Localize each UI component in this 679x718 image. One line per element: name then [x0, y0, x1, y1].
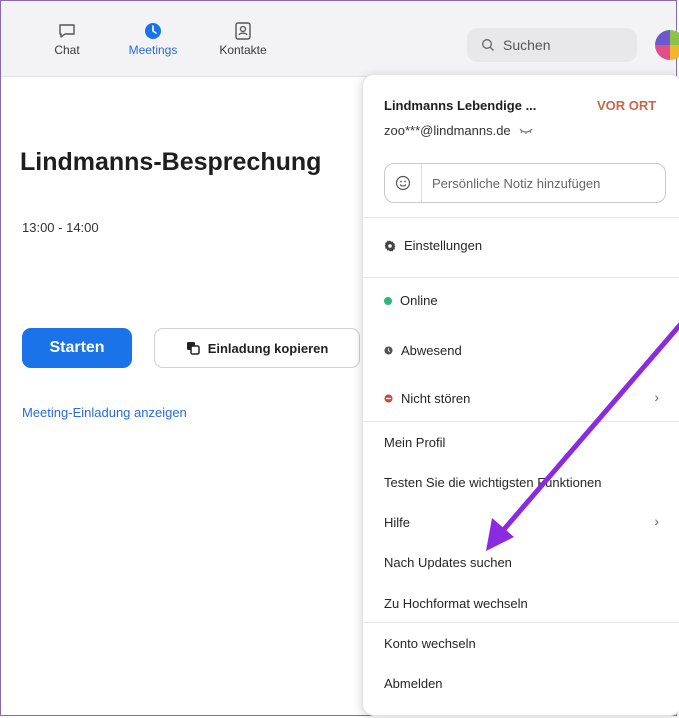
menu-item-check-updates[interactable]: Nach Updates suchen [384, 555, 512, 570]
top-bar: Chat Meetings Kontakte Suchen [1, 1, 679, 77]
help-label: Hilfe [384, 515, 411, 530]
contacts-icon [235, 22, 251, 40]
switch-account-label: Konto wechseln [384, 636, 476, 651]
personal-note-placeholder: Persönliche Notiz hinzufügen [432, 175, 601, 191]
profile-email-text: zoo***@lindmanns.de [384, 123, 511, 138]
menu-item-logout[interactable]: Abmelden [384, 676, 443, 691]
check-updates-label: Nach Updates suchen [384, 555, 512, 570]
tab-meetings-label: Meetings [128, 43, 178, 57]
meeting-title: Lindmanns-Besprechung [20, 148, 322, 176]
status-online[interactable]: Online [384, 293, 438, 308]
copy-icon [186, 342, 200, 355]
meeting-time: 13:00 - 14:00 [22, 220, 99, 235]
menu-item-profile[interactable]: Mein Profil [384, 435, 445, 450]
profile-label: Mein Profil [384, 435, 446, 450]
personal-note-field[interactable]: Persönliche Notiz hinzufügen [384, 163, 666, 203]
show-invitation-link[interactable]: Meeting-Einladung anzeigen [22, 405, 187, 420]
hide-eye-icon[interactable] [519, 127, 533, 135]
profile-dropdown-menu: Lindmanns Lebendige ... VOR ORT zoo***@l… [362, 74, 679, 716]
copy-invitation-button[interactable]: Einladung kopieren [154, 328, 360, 368]
tab-contacts-label: Kontakte [219, 43, 267, 57]
avatar[interactable] [655, 30, 679, 60]
start-button[interactable]: Starten [22, 328, 132, 368]
chevron-right-icon: › [654, 389, 659, 405]
location-badge: VOR ORT [597, 98, 657, 113]
chevron-right-icon: › [654, 513, 659, 529]
online-dot-icon [384, 296, 392, 305]
tab-chat[interactable]: Chat [49, 21, 85, 57]
away-clock-icon [384, 346, 393, 355]
settings-label: Einstellungen [404, 238, 483, 253]
chat-icon [59, 24, 75, 38]
tab-meetings[interactable]: Meetings [123, 21, 183, 57]
status-dnd-label: Nicht stören [401, 391, 471, 406]
portrait-label: Zu Hochformat wechseln [384, 596, 528, 611]
divider [363, 277, 679, 278]
profile-email: zoo***@lindmanns.de [384, 123, 533, 138]
status-away[interactable]: Abwesend [384, 343, 462, 358]
search-input[interactable]: Suchen [467, 28, 637, 62]
copy-invitation-label: Einladung kopieren [207, 340, 329, 356]
features-label: Testen Sie die wichtigsten Funktionen [384, 475, 602, 490]
menu-item-features[interactable]: Testen Sie die wichtigsten Funktionen [384, 475, 602, 490]
menu-item-switch-account[interactable]: Konto wechseln [384, 636, 476, 651]
gear-icon [384, 240, 396, 251]
dnd-icon [384, 394, 393, 403]
profile-name: Lindmanns Lebendige ... [384, 98, 537, 113]
search-icon [482, 39, 494, 51]
tab-chat-label: Chat [54, 43, 80, 57]
status-online-label: Online [400, 293, 438, 308]
status-dnd[interactable]: Nicht stören [384, 391, 470, 406]
divider [363, 421, 679, 422]
search-placeholder: Suchen [503, 37, 551, 53]
divider [363, 217, 679, 218]
menu-item-help[interactable]: Hilfe [384, 515, 410, 530]
logout-label: Abmelden [384, 676, 443, 691]
divider [363, 622, 679, 623]
menu-item-portrait[interactable]: Zu Hochformat wechseln [384, 596, 528, 611]
tab-contacts[interactable]: Kontakte [211, 21, 275, 57]
emoji-icon[interactable] [385, 164, 422, 202]
menu-item-settings[interactable]: Einstellungen [384, 238, 482, 253]
status-away-label: Abwesend [401, 343, 462, 358]
clock-icon [145, 23, 161, 39]
